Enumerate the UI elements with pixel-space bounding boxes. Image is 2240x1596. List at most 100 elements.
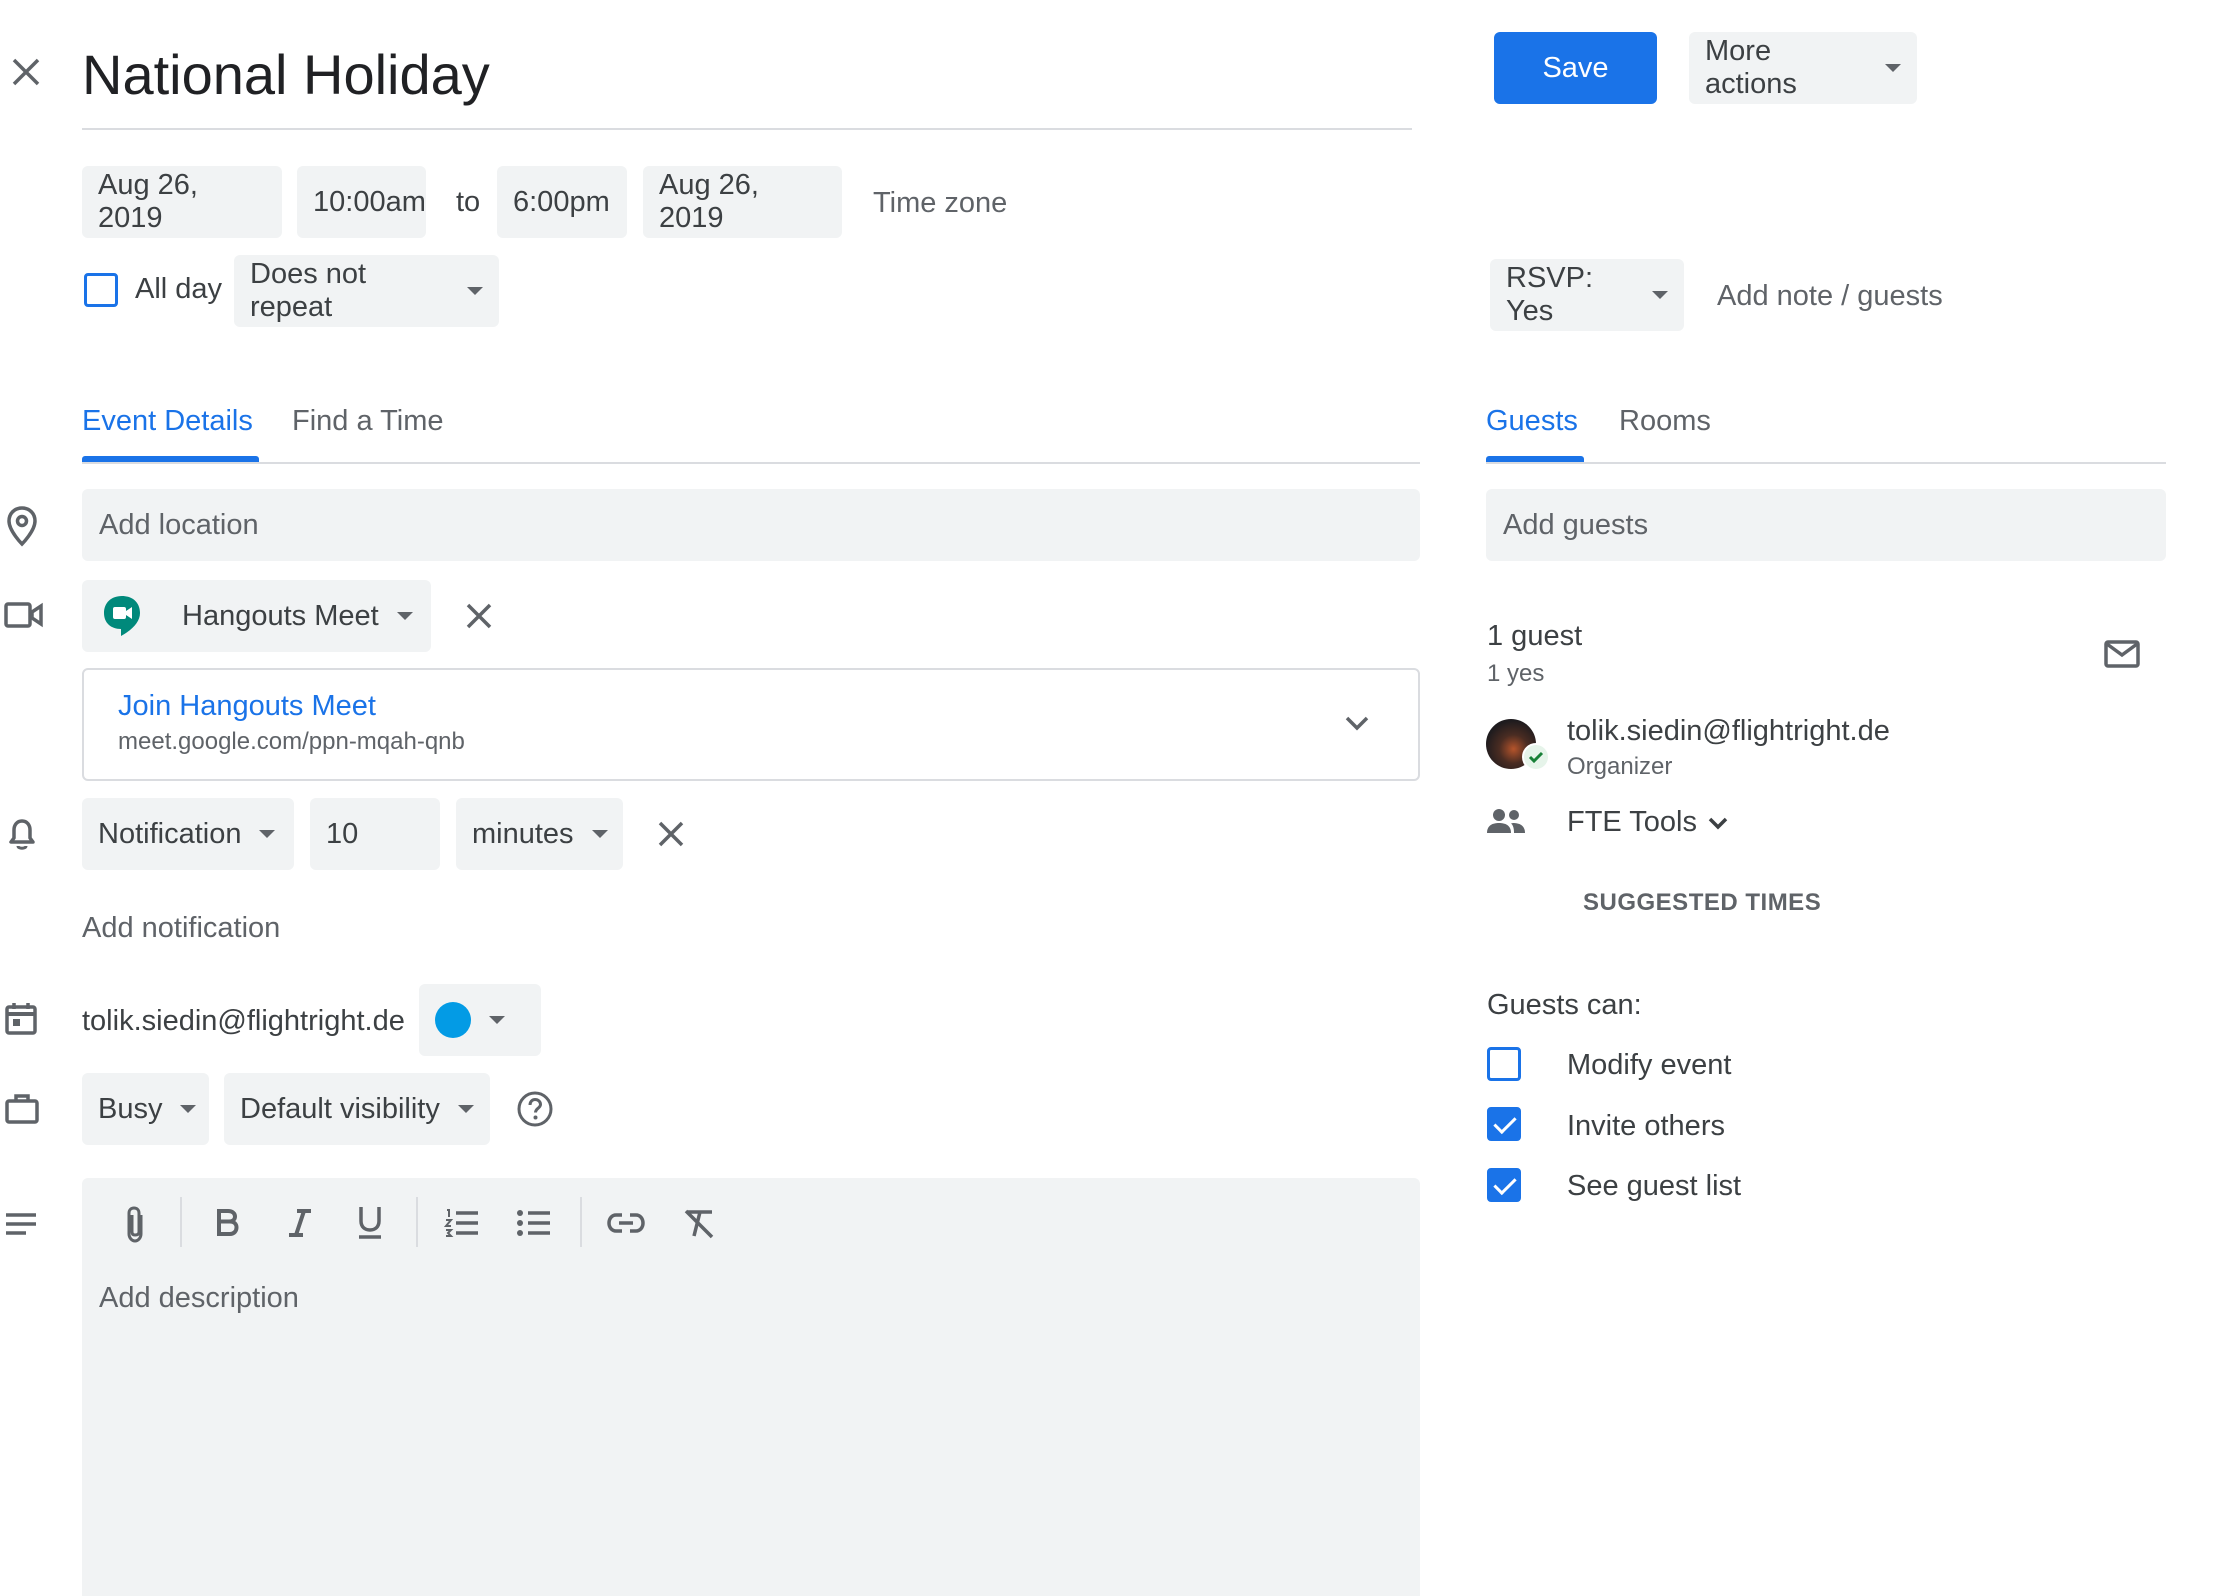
link-icon[interactable] [607,1212,645,1234]
meeting-url: meet.google.com/ppn-mqah-qnb [118,728,465,755]
guest-row[interactable]: tolik.siedin@flightright.de Organizer [1486,715,2166,787]
save-button[interactable]: Save [1494,32,1657,104]
save-label: Save [1542,51,1609,84]
tab-rooms[interactable]: Rooms [1619,405,1711,438]
dropdown-arrow-icon [396,612,413,620]
tab-guests[interactable]: Guests [1486,405,1578,438]
bell-icon [6,815,38,851]
invite-others-checkbox[interactable] [1487,1107,1521,1141]
conference-dropdown[interactable]: Hangouts Meet [82,580,431,652]
dropdown-arrow-icon [467,287,483,295]
video-icon [4,600,44,630]
description-editor[interactable]: Add description [82,1178,1420,1596]
toolbar-divider [580,1197,582,1247]
event-title: National Holiday [82,43,490,106]
notification-value: 10 [326,817,359,850]
group-label: FTE Tools [1567,806,1698,838]
conference-type: Hangouts Meet [182,599,379,632]
rsvp-dropdown[interactable]: RSVP: Yes [1490,259,1684,331]
italic-icon[interactable] [286,1208,314,1238]
invite-others-label: Invite others [1567,1110,1725,1142]
notification-type: Notification [98,817,242,850]
modify-event-checkbox[interactable] [1487,1047,1521,1081]
dropdown-arrow-icon [180,1105,197,1113]
accepted-badge-icon [1522,743,1550,771]
event-title-input[interactable]: National Holiday [82,34,1412,130]
description-placeholder: Add description [99,1282,299,1314]
briefcase-icon [4,1093,40,1125]
close-icon[interactable] [657,820,685,848]
guest-role: Organizer [1567,753,1673,780]
start-time: 10:00am [313,185,426,218]
repeat-value: Does not repeat [250,258,367,323]
people-icon [1486,808,1526,834]
visibility-value: Default visibility [240,1092,440,1125]
bold-icon[interactable] [215,1208,239,1238]
close-icon[interactable] [465,602,493,630]
notification-type-dropdown[interactable]: Notification [82,798,294,870]
dropdown-arrow-icon [259,830,276,838]
availability-value: Busy [98,1092,163,1125]
location-pin-icon [6,505,38,547]
tabs-divider [1486,462,2166,464]
all-day-label: All day [135,273,223,305]
mail-icon[interactable] [2104,640,2140,668]
see-guest-list-label: See guest list [1567,1170,1742,1202]
guest-email: tolik.siedin@flightright.de [1567,715,1890,747]
availability-dropdown[interactable]: Busy [82,1073,209,1145]
attachment-icon[interactable] [122,1205,148,1245]
tab-event-details[interactable]: Event Details [82,405,253,438]
dropdown-arrow-icon [457,1105,474,1113]
more-actions-label: More actions [1705,35,1797,100]
numbered-list-icon[interactable] [444,1208,480,1238]
guest-summary: 1 yes [1487,660,1545,687]
add-guests-placeholder: Add guests [1503,508,1649,541]
see-guest-list-checkbox[interactable] [1487,1168,1521,1202]
toolbar-divider [180,1197,182,1247]
start-date: Aug 26, 2019 [98,169,198,234]
bulleted-list-icon[interactable] [516,1208,552,1238]
end-date-field[interactable]: Aug 26, 2019 [643,166,842,238]
color-swatch [435,1002,471,1038]
guest-count: 1 guest [1487,620,1583,652]
notification-unit-dropdown[interactable]: minutes [456,798,623,870]
end-time-field[interactable]: 6:00pm [497,166,627,238]
repeat-dropdown[interactable]: Does not repeat [234,255,499,327]
notification-value-input[interactable]: 10 [310,798,440,870]
clear-format-icon[interactable] [682,1208,716,1240]
help-icon[interactable] [516,1090,554,1128]
start-date-field[interactable]: Aug 26, 2019 [82,166,282,238]
close-icon[interactable] [10,56,42,88]
chevron-down-icon [1707,815,1729,831]
suggested-times-button[interactable]: SUGGESTED TIMES [1583,889,1821,917]
notification-unit: minutes [472,817,574,850]
tab-find-a-time[interactable]: Find a Time [292,405,444,438]
visibility-dropdown[interactable]: Default visibility [224,1073,490,1145]
add-notification-link[interactable]: Add notification [82,912,280,945]
to-label: to [456,186,481,218]
calendar-owner: tolik.siedin@flightright.de [82,1005,405,1037]
dropdown-arrow-icon [1652,291,1668,299]
end-time: 6:00pm [513,185,610,218]
join-meeting-link[interactable]: Join Hangouts Meet [118,690,376,723]
location-input[interactable]: Add location [82,489,1420,561]
hangouts-meet-icon [102,594,142,638]
chevron-down-icon[interactable] [1344,714,1370,732]
dropdown-arrow-icon [1885,64,1901,72]
calendar-icon [4,1000,38,1036]
dropdown-arrow-icon [591,830,608,838]
start-time-field[interactable]: 10:00am [297,166,426,238]
location-placeholder: Add location [99,508,259,541]
group-dropdown[interactable]: FTE Tools [1567,806,1729,839]
calendar-color-dropdown[interactable] [419,984,541,1056]
permissions-title: Guests can: [1487,989,1642,1021]
add-guests-input[interactable]: Add guests [1486,489,2166,561]
tabs-divider [82,462,1420,464]
more-actions-button[interactable]: More actions [1689,32,1917,104]
dropdown-arrow-icon [489,1016,505,1024]
add-note-link[interactable]: Add note / guests [1717,280,1943,313]
time-zone-link[interactable]: Time zone [873,187,1007,220]
all-day-checkbox[interactable] [84,273,118,307]
underline-icon[interactable] [356,1204,384,1240]
join-meeting-card[interactable]: Join Hangouts Meet meet.google.com/ppn-m… [82,668,1420,781]
